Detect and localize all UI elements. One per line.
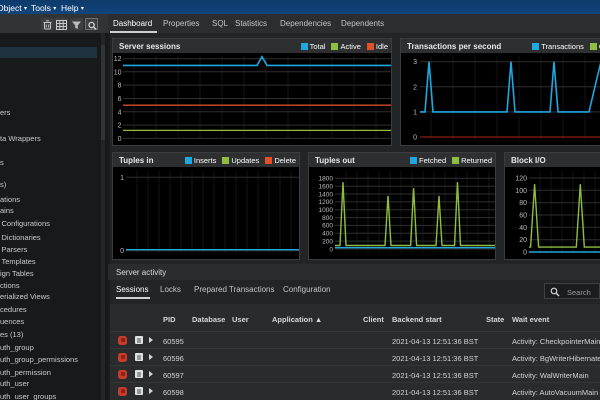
svg-text:1: 1 xyxy=(413,109,417,116)
svg-text:1: 1 xyxy=(120,175,124,182)
svg-text:2: 2 xyxy=(413,84,417,91)
svg-text:6: 6 xyxy=(118,96,122,103)
svg-text:80: 80 xyxy=(519,200,527,207)
svg-text:0: 0 xyxy=(118,136,122,143)
svg-text:800: 800 xyxy=(322,215,333,222)
svg-text:8: 8 xyxy=(118,83,122,90)
svg-text:60: 60 xyxy=(519,213,527,220)
svg-text:400: 400 xyxy=(322,231,333,238)
svg-text:1800: 1800 xyxy=(319,176,334,183)
svg-text:1600: 1600 xyxy=(319,184,334,191)
svg-text:1200: 1200 xyxy=(319,199,334,206)
svg-text:40: 40 xyxy=(519,225,527,232)
svg-text:0: 0 xyxy=(329,246,333,253)
svg-text:20: 20 xyxy=(519,237,527,244)
svg-text:10: 10 xyxy=(114,69,122,76)
svg-text:2: 2 xyxy=(118,123,122,130)
svg-text:600: 600 xyxy=(322,223,333,230)
svg-text:1000: 1000 xyxy=(319,207,334,214)
svg-text:200: 200 xyxy=(322,238,333,245)
svg-text:0: 0 xyxy=(523,250,527,257)
svg-text:0: 0 xyxy=(413,135,417,142)
svg-text:100: 100 xyxy=(515,188,527,195)
svg-text:12: 12 xyxy=(114,56,122,63)
svg-text:1400: 1400 xyxy=(319,191,334,198)
svg-text:3: 3 xyxy=(413,59,417,66)
svg-text:120: 120 xyxy=(515,176,527,183)
svg-text:4: 4 xyxy=(118,109,122,116)
svg-text:0: 0 xyxy=(120,248,124,255)
